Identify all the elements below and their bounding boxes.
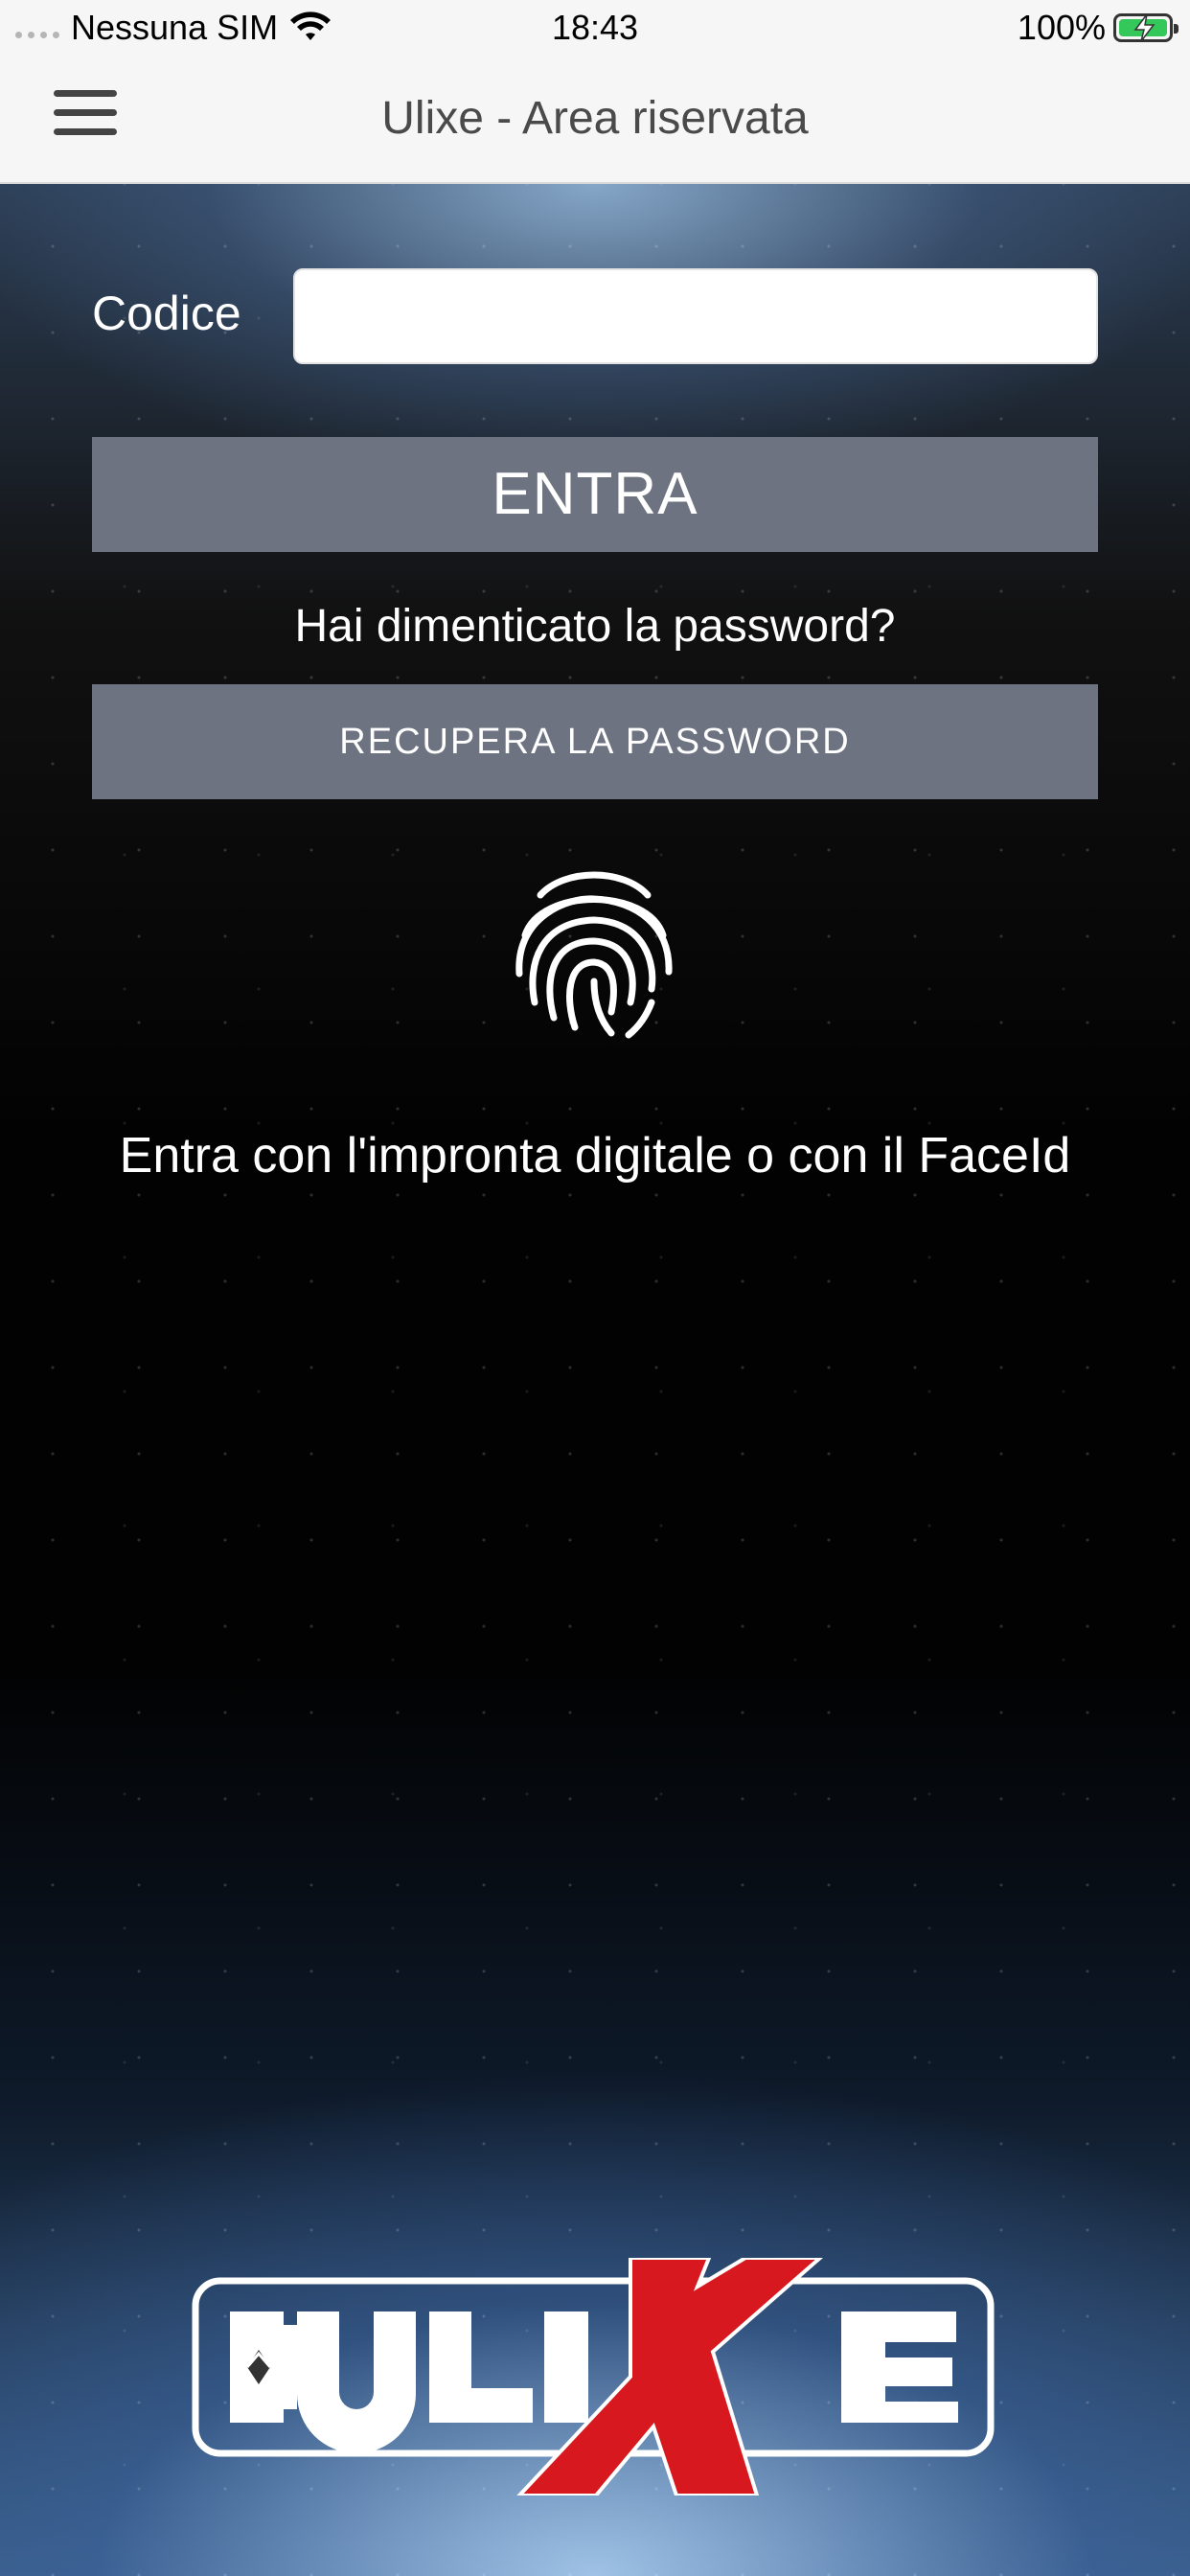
biometric-login-text: Entra con l'impronta digitale o con il F… xyxy=(119,1128,1071,1184)
enter-button[interactable]: ENTRA xyxy=(92,437,1098,552)
battery-percent: 100% xyxy=(1017,8,1106,47)
nav-bar: Ulixe - Area riservata xyxy=(0,56,1190,184)
recover-password-button[interactable]: RECUPERA LA PASSWORD xyxy=(92,684,1098,799)
forgot-password-text: Hai dimenticato la password? xyxy=(294,601,896,652)
battery-tip xyxy=(1174,24,1179,34)
page-title: Ulixe - Area riservata xyxy=(381,93,809,144)
clock: 18:43 xyxy=(551,8,639,47)
fingerprint-icon[interactable] xyxy=(512,859,676,1041)
code-input[interactable] xyxy=(293,268,1098,364)
status-bar: Nessuna SIM 18:43 100% xyxy=(0,0,1190,56)
code-label: Codice xyxy=(92,287,241,340)
bolt-icon xyxy=(1133,13,1156,42)
battery-charging-icon xyxy=(1113,13,1179,42)
ulixe-logo xyxy=(192,2258,995,2496)
status-bar-right: 100% xyxy=(1017,8,1179,48)
